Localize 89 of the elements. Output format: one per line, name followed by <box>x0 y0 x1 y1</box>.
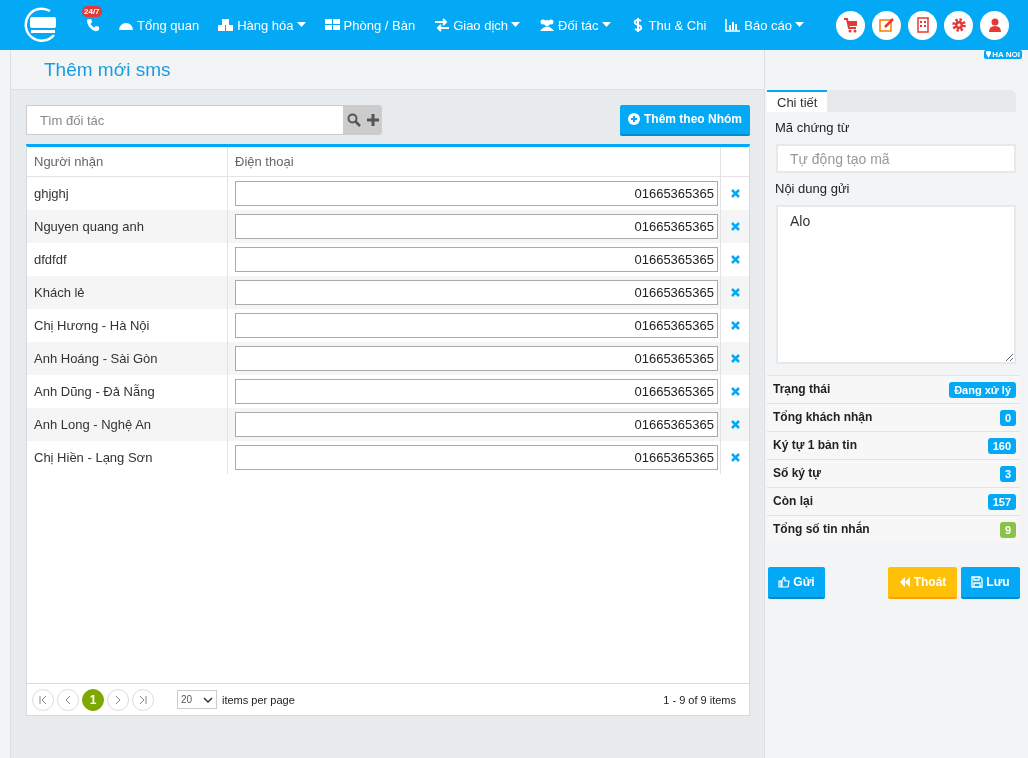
thumbs-up-icon <box>778 576 791 588</box>
grid-icon <box>324 18 341 32</box>
users-icon <box>539 18 556 32</box>
backward-icon <box>898 576 911 588</box>
remove-icon[interactable] <box>730 288 740 297</box>
stat-badge: 3 <box>999 465 1016 482</box>
pager-summary: 1 - 9 of 9 items <box>663 693 736 706</box>
stat-label: Tổng số tin nhắn <box>773 521 871 538</box>
next-page-button[interactable] <box>107 688 129 711</box>
cart-button[interactable] <box>836 10 865 40</box>
stat-label: Tổng khách nhận <box>773 409 874 426</box>
cart-icon <box>842 17 859 33</box>
page-size-dropdown[interactable]: 20 <box>177 690 217 709</box>
remove-icon[interactable] <box>730 321 740 330</box>
remove-icon[interactable] <box>730 453 740 462</box>
caret-icon <box>511 22 521 28</box>
caret-icon <box>296 22 306 28</box>
first-page-button[interactable] <box>32 688 54 711</box>
tab[interactable]: Chi tiết <box>767 90 828 112</box>
page-title: Thêm mới sms <box>44 58 171 81</box>
stat-badge: Đang xử lý <box>949 381 1016 398</box>
phone-field[interactable]: 01665365365 <box>235 214 718 239</box>
search-button[interactable] <box>344 105 363 135</box>
settings-button[interactable] <box>944 10 973 40</box>
chevron-right-icon <box>113 694 123 705</box>
remove-icon[interactable] <box>730 387 740 396</box>
stat-badge: 160 <box>987 437 1016 454</box>
last-page-button[interactable] <box>132 688 154 711</box>
caret-icon <box>601 22 611 28</box>
field-label: Mã chứng từ <box>775 120 851 135</box>
edit-icon <box>878 17 895 33</box>
search-field[interactable]: Tìm đối tác <box>26 105 344 135</box>
phone-field[interactable]: 01665365365 <box>235 247 718 272</box>
plus-icon <box>366 114 379 126</box>
remove-icon[interactable] <box>730 354 740 363</box>
stat-label: Trạng thái <box>773 381 832 398</box>
first-page-icon <box>38 694 48 705</box>
remove-icon[interactable] <box>730 222 740 231</box>
phone-field[interactable]: 01665365365 <box>235 313 718 338</box>
table-cell: Chị Hương - Hà Nội <box>34 318 150 333</box>
chevron-left-icon <box>63 694 73 705</box>
gear-icon <box>950 17 967 33</box>
field-label: Nội dung gửi <box>775 181 851 196</box>
stat-badge: 0 <box>999 409 1016 426</box>
stat-label: Số ký tự <box>773 465 823 482</box>
table-cell: Khách lẻ <box>34 285 85 300</box>
phone-field[interactable]: 01665365365 <box>235 412 718 437</box>
table-cell: ghjghj <box>34 186 69 201</box>
column-header: Người nhận <box>27 147 228 176</box>
column-header: Điện thoại <box>228 147 721 176</box>
remove-icon[interactable] <box>730 189 740 198</box>
stat-label: Còn lại <box>773 493 814 510</box>
phone-field[interactable]: 01665365365 <box>235 445 718 470</box>
user-button[interactable] <box>980 10 1009 40</box>
plus-circle-icon <box>628 113 640 125</box>
caret-icon <box>795 22 805 28</box>
chart-icon <box>725 18 742 32</box>
phone-icon[interactable] <box>86 18 100 32</box>
building-button[interactable] <box>908 10 937 40</box>
location-badge: HA NOI <box>984 50 1022 59</box>
cubes-icon <box>218 18 235 32</box>
table-cell: Anh Hoáng - Sài Gòn <box>34 351 158 366</box>
table-cell: Nguyen quang anh <box>34 219 144 234</box>
chevron-down-icon <box>203 696 213 703</box>
code-field[interactable]: Tự động tạo mã <box>776 144 1016 173</box>
phone-field[interactable]: 01665365365 <box>235 379 718 404</box>
phone-field[interactable]: 01665365365 <box>235 346 718 371</box>
remove-icon[interactable] <box>730 255 740 264</box>
page-size-label: items per page <box>222 693 295 706</box>
phone-field[interactable]: 01665365365 <box>235 280 718 305</box>
table-cell: Anh Long - Nghệ An <box>34 417 152 432</box>
previous-page-button[interactable] <box>57 688 79 711</box>
stat-badge: 157 <box>987 493 1016 510</box>
edit-button[interactable] <box>872 10 901 40</box>
stat-label: Ký tự 1 bản tin <box>773 437 859 454</box>
table-cell: Chị Hiền - Lạng Sơn <box>34 450 153 465</box>
table-cell: Anh Dũng - Đả Nẵng <box>34 384 155 399</box>
search-icon <box>346 113 361 127</box>
content-field[interactable]: Alo <box>776 205 1016 364</box>
remove-icon[interactable] <box>730 420 740 429</box>
add-button[interactable] <box>363 105 382 135</box>
hotline-badge: 24/7 <box>82 6 102 17</box>
phone-field[interactable]: 01665365365 <box>235 181 718 206</box>
stat-badge: 9 <box>999 521 1016 538</box>
exchange-icon <box>434 18 451 32</box>
table-cell: dfdfdf <box>34 252 67 267</box>
building-icon <box>914 17 931 33</box>
user-icon <box>986 17 1003 33</box>
last-page-icon <box>138 694 148 705</box>
